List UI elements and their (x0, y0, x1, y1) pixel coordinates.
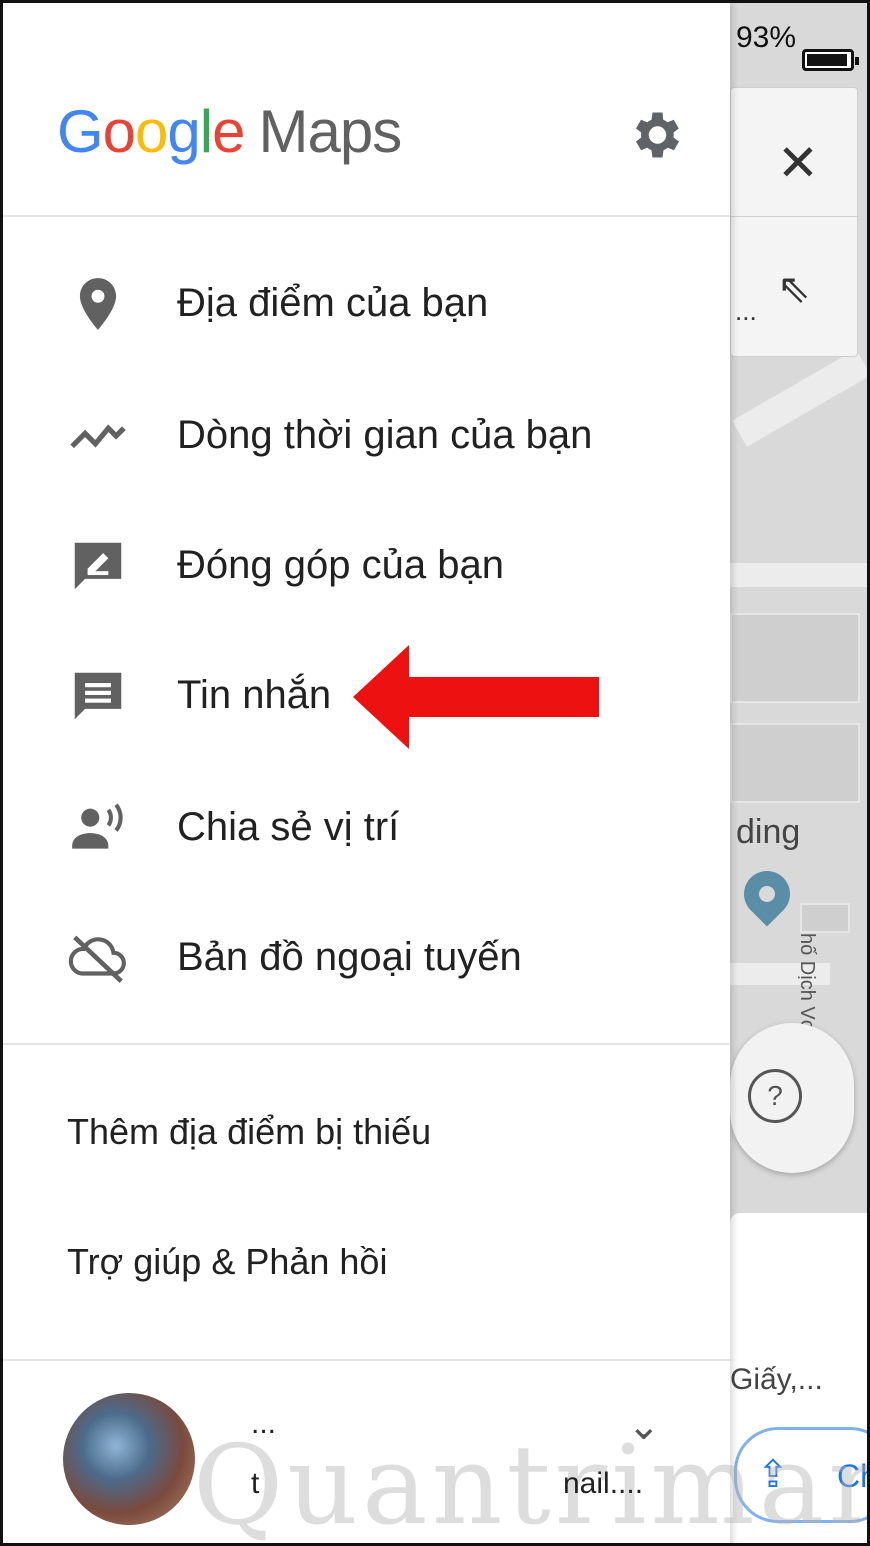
help-feedback-link[interactable]: Trợ giúp & Phản hồi (67, 1241, 387, 1283)
map-block (730, 723, 860, 803)
menu-item-offline-maps[interactable]: Bản đồ ngoại tuyến (3, 903, 730, 1013)
account-name: ... (251, 1407, 277, 1440)
place-info-text: Giấy,... (730, 1363, 823, 1396)
chevron-down-icon[interactable]: ⌄ (627, 1403, 661, 1449)
menu-item-label: Địa điểm của bạn (177, 281, 489, 325)
logo-letter: G (57, 98, 104, 165)
menu-item-your-places[interactable]: Địa điểm của bạn (3, 249, 730, 359)
divider (3, 215, 730, 217)
menu-item-timeline[interactable]: Dòng thời gian của bạn (3, 381, 730, 491)
map-controls-card: ✕ ⇖ ... (730, 87, 859, 357)
google-maps-logo: Google Maps (57, 97, 403, 166)
logo-letter: g (167, 98, 200, 165)
help-location-icon: ? (748, 1069, 802, 1123)
watermark-logo: Quantrimang (193, 1421, 867, 1546)
location-button[interactable]: ? (730, 1023, 854, 1173)
divider (3, 1043, 730, 1045)
avatar[interactable] (63, 1393, 195, 1525)
annotation-arrow-icon (353, 645, 599, 749)
map-poi-label: ding (736, 813, 801, 851)
map-view[interactable]: 93% ✕ ⇖ ... ding hố Dịch Vọng Hậu ? Giấy… (730, 3, 867, 1543)
map-road (730, 563, 867, 587)
timeline-icon (70, 424, 126, 449)
add-missing-place-link[interactable]: Thêm địa điểm bị thiếu (67, 1111, 431, 1153)
account-switcher[interactable]: Quantrimang ... t nail.... ⌄ (3, 1363, 867, 1543)
map-block (800, 903, 850, 933)
account-email-prefix: t (251, 1467, 260, 1500)
menu-item-label: Chia sẻ vị trí (177, 805, 400, 849)
map-pin-icon[interactable] (734, 861, 800, 927)
close-icon[interactable]: ✕ (777, 134, 819, 192)
divider (3, 1359, 730, 1361)
menu-item-label: Đóng góp của bạn (177, 543, 504, 587)
map-road (732, 349, 867, 447)
menu-item-label: Dòng thời gian của bạn (177, 413, 593, 457)
battery-percent: 93% (736, 21, 797, 54)
menu-item-contributions[interactable]: Đóng góp của bạn (3, 511, 730, 621)
menu-item-label: Tin nhắn (177, 673, 332, 717)
logo-letter: o (102, 98, 136, 165)
account-email: nail.... (563, 1467, 644, 1500)
contributions-icon (74, 542, 122, 590)
gear-icon[interactable] (625, 105, 685, 165)
location-pin-icon (79, 278, 117, 330)
logo-letter: e (212, 98, 245, 165)
navigation-drawer: Google Maps Địa điểm của bạn Dòng thời gi… (3, 3, 867, 1543)
battery-icon (802, 49, 859, 71)
status-bar: 93% (730, 21, 867, 71)
more-dots: ... (735, 296, 757, 326)
expand-arrow-icon[interactable]: ⇖ (777, 266, 811, 312)
menu-item-location-sharing[interactable]: Chia sẻ vị trí (3, 773, 730, 883)
screen-frame: 93% ✕ ⇖ ... ding hố Dịch Vọng Hậu ? Giấy… (0, 0, 870, 1546)
menu-item-label: Bản đồ ngoại tuyến (177, 935, 522, 979)
offline-cloud-icon (68, 935, 126, 983)
location-sharing-icon (72, 803, 123, 849)
logo-letter: l (199, 98, 213, 165)
logo-maps-text: Maps (258, 98, 403, 165)
divider (731, 216, 859, 217)
logo-letter: o (135, 98, 168, 165)
messages-icon (74, 672, 122, 720)
map-block (730, 613, 860, 703)
